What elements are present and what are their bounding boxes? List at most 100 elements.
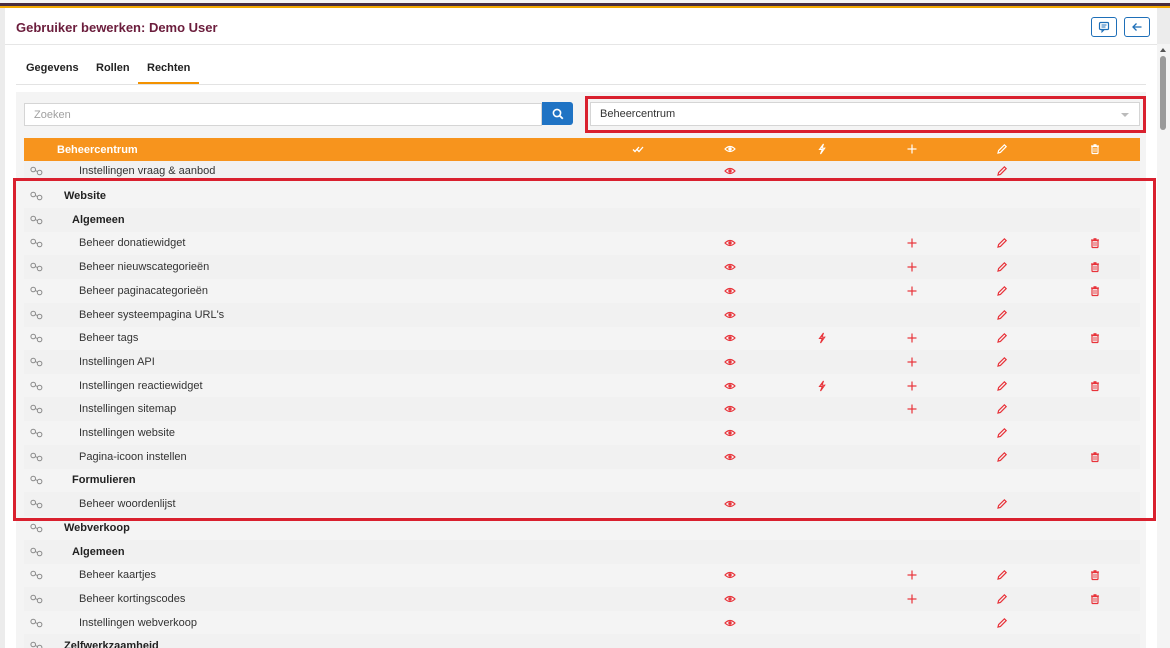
trash-icon[interactable]: [1089, 261, 1101, 273]
eye-icon[interactable]: [724, 593, 736, 605]
eye-icon[interactable]: [724, 237, 736, 249]
key-icon[interactable]: [30, 262, 44, 272]
permission-row: Instellingen API: [24, 349, 1140, 374]
trash-icon[interactable]: [1089, 380, 1101, 392]
trash-icon[interactable]: [1089, 593, 1101, 605]
permission-row: Beheer systeempagina URL's: [24, 302, 1140, 327]
plus-icon[interactable]: [906, 285, 918, 297]
eye-icon[interactable]: [724, 498, 736, 510]
pencil-icon[interactable]: [996, 332, 1008, 344]
pencil-icon[interactable]: [996, 165, 1008, 177]
pencil-icon[interactable]: [996, 451, 1008, 463]
key-icon[interactable]: [30, 381, 44, 391]
table-header-title: Beheercentrum: [57, 144, 138, 156]
eye-icon[interactable]: [724, 261, 736, 273]
key-icon[interactable]: [30, 452, 44, 462]
pencil-icon[interactable]: [996, 593, 1008, 605]
pencil-icon[interactable]: [996, 427, 1008, 439]
plus-icon[interactable]: [906, 356, 918, 368]
trash-icon[interactable]: [1089, 237, 1101, 249]
key-icon[interactable]: [30, 333, 44, 343]
eye-icon[interactable]: [724, 451, 736, 463]
eye-icon[interactable]: [724, 617, 736, 629]
eye-icon[interactable]: [724, 143, 736, 155]
key-icon[interactable]: [30, 286, 44, 296]
pencil-icon[interactable]: [996, 237, 1008, 249]
pencil-icon[interactable]: [996, 617, 1008, 629]
key-icon[interactable]: [30, 404, 44, 414]
eye-icon[interactable]: [724, 403, 736, 415]
tab-rollen[interactable]: Rollen: [96, 62, 130, 84]
pencil-icon[interactable]: [996, 569, 1008, 581]
pencil-icon[interactable]: [996, 380, 1008, 392]
trash-icon[interactable]: [1089, 285, 1101, 297]
key-icon[interactable]: [30, 641, 44, 648]
trash-icon[interactable]: [1089, 569, 1101, 581]
key-icon[interactable]: [30, 166, 44, 176]
key-icon[interactable]: [30, 547, 44, 557]
lightning-icon[interactable]: [816, 332, 828, 344]
plus-icon[interactable]: [906, 143, 918, 155]
pencil-icon[interactable]: [996, 356, 1008, 368]
search-button[interactable]: [542, 102, 573, 125]
eye-icon[interactable]: [724, 309, 736, 321]
trash-icon[interactable]: [1089, 451, 1101, 463]
lightning-icon[interactable]: [816, 380, 828, 392]
permission-group-row: Formulieren: [24, 468, 1140, 492]
plus-icon[interactable]: [906, 380, 918, 392]
key-icon[interactable]: [30, 238, 44, 248]
key-icon[interactable]: [30, 357, 44, 367]
message-button[interactable]: [1091, 17, 1117, 37]
key-icon[interactable]: [30, 428, 44, 438]
key-icon[interactable]: [30, 523, 44, 533]
pencil-icon[interactable]: [996, 309, 1008, 321]
key-icon[interactable]: [30, 499, 44, 509]
double-check-icon[interactable]: [632, 143, 644, 155]
permission-row: Beheer woordenlijst: [24, 492, 1140, 517]
key-icon[interactable]: [30, 570, 44, 580]
module-select[interactable]: Beheercentrum: [590, 102, 1140, 126]
plus-icon[interactable]: [906, 593, 918, 605]
permission-row-label: Instellingen website: [79, 427, 176, 439]
search-icon: [552, 108, 563, 119]
key-icon[interactable]: [30, 191, 44, 201]
eye-icon[interactable]: [724, 165, 736, 177]
trash-icon[interactable]: [1089, 143, 1101, 155]
plus-icon[interactable]: [906, 403, 918, 415]
pencil-icon[interactable]: [996, 403, 1008, 415]
pencil-icon[interactable]: [996, 261, 1008, 273]
plus-icon[interactable]: [906, 569, 918, 581]
eye-icon[interactable]: [724, 356, 736, 368]
permission-row: Instellingen reactiewidget: [24, 374, 1140, 398]
plus-icon[interactable]: [906, 332, 918, 344]
key-icon[interactable]: [30, 215, 44, 225]
key-icon[interactable]: [30, 618, 44, 628]
pencil-icon[interactable]: [996, 498, 1008, 510]
plus-icon[interactable]: [906, 261, 918, 273]
eye-icon[interactable]: [724, 427, 736, 439]
permission-row-label: Beheer donatiewidget: [79, 237, 186, 250]
trash-icon[interactable]: [1089, 332, 1101, 344]
tab-gegevens[interactable]: Gegevens: [26, 62, 79, 84]
search-input[interactable]: [24, 103, 542, 126]
eye-icon[interactable]: [724, 332, 736, 344]
eye-icon[interactable]: [724, 380, 736, 392]
back-button[interactable]: [1124, 17, 1150, 37]
pencil-icon[interactable]: [996, 285, 1008, 297]
lightning-icon[interactable]: [816, 143, 828, 155]
top-accent-bar: [0, 0, 1170, 8]
tabs-divider: [16, 84, 1146, 85]
eye-icon[interactable]: [724, 569, 736, 581]
tab-rechten[interactable]: Rechten: [138, 62, 200, 84]
pencil-icon[interactable]: [996, 143, 1008, 155]
eye-icon[interactable]: [724, 285, 736, 297]
scrollbar-thumb[interactable]: [1160, 56, 1166, 130]
scroll-up-arrow-icon[interactable]: [1160, 48, 1166, 52]
plus-icon[interactable]: [906, 237, 918, 249]
key-icon[interactable]: [30, 475, 44, 485]
permission-group-row: Algemeen: [24, 539, 1140, 564]
table-header: Beheercentrum: [24, 138, 1140, 161]
page-scrollbar[interactable]: [1157, 44, 1170, 648]
key-icon[interactable]: [30, 310, 44, 320]
key-icon[interactable]: [30, 594, 44, 604]
